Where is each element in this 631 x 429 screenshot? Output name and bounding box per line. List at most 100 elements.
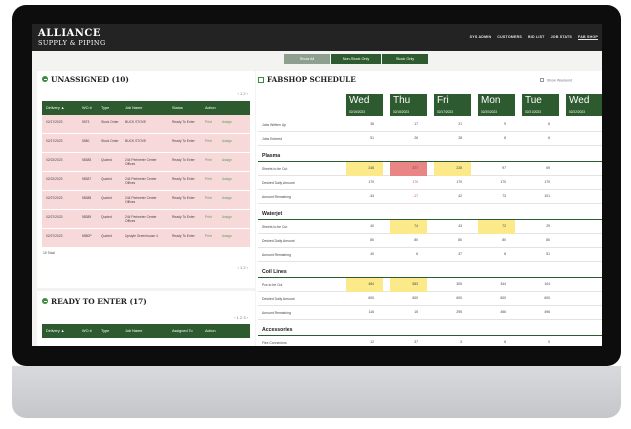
schedule-cell <box>566 306 602 320</box>
nav-sys-admin[interactable]: SYS ADMIN <box>470 35 492 39</box>
nav-fab-shop[interactable]: FAB SHOP <box>578 35 598 39</box>
assign-link[interactable]: Assign <box>222 177 232 181</box>
schedule-cell: 26 <box>414 136 418 140</box>
row-job-name: 244 Perimeter Center Offices <box>125 177 157 186</box>
assign-link[interactable]: Assign <box>222 196 232 200</box>
row-type: Quoted <box>101 234 112 238</box>
app-screen: ALLIANCE SUPPLY & PIPING SYS ADMIN CUSTO… <box>32 24 602 346</box>
col-action: Action <box>205 106 216 110</box>
checkbox-icon[interactable] <box>539 78 544 82</box>
row-wo: 5573 <box>82 120 90 124</box>
schedule-cell: 40 <box>370 252 374 256</box>
print-link[interactable]: Print <box>205 215 212 219</box>
print-link[interactable]: Print <box>205 158 212 162</box>
schedule-row: Sheets to be Cut 248 377 228 97 69 <box>258 162 602 176</box>
print-link[interactable]: Print <box>205 177 212 181</box>
schedule-cell: 36 <box>370 122 374 126</box>
col-delivery[interactable]: Delivery ▲ <box>46 329 65 333</box>
table-row[interactable]: 02/27/2023 58389 Quoted 244 Perimeter Cente… <box>42 210 250 229</box>
table-row[interactable]: 02/22/2023 58385 Quoted 244 Perimeter Cente… <box>42 153 250 172</box>
filter-stock-only-button[interactable]: Stock Only <box>382 54 428 64</box>
schedule-cell: 8 <box>504 340 506 344</box>
row-status: Ready To Enter <box>172 234 195 238</box>
day-date: 02/22/2023 <box>569 110 585 114</box>
schedule-cell: 8 <box>504 252 506 256</box>
col-type[interactable]: Type <box>101 329 109 333</box>
schedule-cell <box>566 176 602 190</box>
table-row[interactable]: 02/17/2023 5580 Stock Order BUCK STOVE Ready… <box>42 134 250 153</box>
section-header: Plasma <box>258 150 602 162</box>
show-weekend-toggle[interactable]: Show Weekend <box>539 78 572 83</box>
schedule-cell: 377 <box>390 162 427 176</box>
schedule-cell: 456 <box>500 310 506 314</box>
day-name: Fri <box>437 95 449 106</box>
filter-non-stock-button[interactable]: Non-Stock Only <box>331 54 381 64</box>
schedule-cell <box>566 118 602 132</box>
col-assigned-to[interactable]: Assigned To <box>172 329 193 333</box>
print-link[interactable]: Print <box>205 196 212 200</box>
schedule-cell: 3 <box>460 340 462 344</box>
row-delivery: 02/27/2023 <box>46 215 63 219</box>
row-status: Ready To Enter <box>172 120 195 124</box>
schedule-cell: 9 <box>504 122 506 126</box>
col-job-name[interactable]: Job Name <box>125 329 142 333</box>
day-date: 02/15/2023 <box>349 110 365 114</box>
print-link[interactable]: Print <box>205 234 212 238</box>
assign-link[interactable]: Assign <box>222 139 232 143</box>
day-name: Tue <box>525 95 542 106</box>
schedule-title: FABSHOP SCHEDULE <box>258 75 356 84</box>
unassigned-pager[interactable]: ‹ 1 2 › <box>238 91 248 96</box>
schedule-row: Flex Connectors 12 37 3 8 0 <box>258 336 602 346</box>
ready-pager[interactable]: ‹ 1 2 3 › <box>234 315 248 320</box>
col-type[interactable]: Type <box>101 106 109 110</box>
row-wo: 58385 <box>82 158 92 162</box>
print-link[interactable]: Print <box>205 120 212 124</box>
table-row[interactable]: 02/27/2023 58388 Quoted 244 Perimeter Cente… <box>42 191 250 210</box>
row-status: Ready To Enter <box>172 177 195 181</box>
schedule-cell: 496 <box>544 310 550 314</box>
schedule-cell: -17 <box>413 194 418 198</box>
nav-customers[interactable]: CUSTOMERS <box>497 35 522 39</box>
logo-title[interactable]: ALLIANCE <box>38 28 101 39</box>
assign-link[interactable]: Assign <box>222 120 232 124</box>
schedule-cell: 51 <box>546 252 550 256</box>
row-type: Quoted <box>101 158 112 162</box>
expand-icon[interactable] <box>258 76 264 83</box>
day-name: Wed <box>349 95 370 106</box>
filter-show-all-button[interactable]: Show All <box>284 54 330 64</box>
nav-job-stats[interactable]: JOB STATS <box>551 35 572 39</box>
row-label: Desired Daily Amount <box>262 181 295 185</box>
col-wo[interactable]: WO # <box>82 329 92 333</box>
schedule-cell: 80 <box>546 238 550 242</box>
assign-link[interactable]: Assign <box>222 158 232 162</box>
col-delivery[interactable]: Delivery ▲ <box>46 106 65 110</box>
circle-minus-icon[interactable] <box>42 298 48 304</box>
print-link[interactable]: Print <box>205 139 212 143</box>
schedule-cell: -34 <box>369 194 374 198</box>
table-row[interactable]: 02/27/2023 8580P Quoted Upstyle Greenhouse … <box>42 229 250 248</box>
schedule-cell: 80 <box>370 238 374 242</box>
col-wo[interactable]: WO # <box>82 106 92 110</box>
assign-link[interactable]: Assign <box>222 234 232 238</box>
day-header: Wed 02/22/2023 <box>566 94 602 116</box>
row-wo: 58388 <box>82 196 92 200</box>
table-row[interactable]: 02/17/2023 5573 Stock Order BUCK STOVE Ready… <box>42 115 250 134</box>
schedule-cell: 29 <box>546 224 550 228</box>
schedule-cell: 0 <box>548 340 550 344</box>
row-wo: 8580P <box>82 234 92 238</box>
circle-minus-icon[interactable] <box>42 76 48 82</box>
section-title: Accessories <box>262 327 293 333</box>
schedule-cell <box>566 336 602 346</box>
schedule-cell: 305 <box>456 282 462 286</box>
nav-bid-list[interactable]: BID LIST <box>528 35 545 39</box>
col-status[interactable]: Status <box>172 106 183 110</box>
schedule-cell: 80 <box>458 238 462 242</box>
section-title: Plasma <box>262 153 281 159</box>
logo-subtitle: SUPPLY & PIPING <box>38 39 106 47</box>
assign-link[interactable]: Assign <box>222 215 232 219</box>
ready-title: READY TO ENTER (17) <box>42 297 147 306</box>
unassigned-pager-bottom[interactable]: ‹ 1 2 › <box>238 265 248 270</box>
row-wo: 58387 <box>82 177 92 181</box>
col-job-name[interactable]: Job Name <box>125 106 142 110</box>
table-row[interactable]: 02/22/2023 58387 Quoted 244 Perimeter Cente… <box>42 172 250 191</box>
